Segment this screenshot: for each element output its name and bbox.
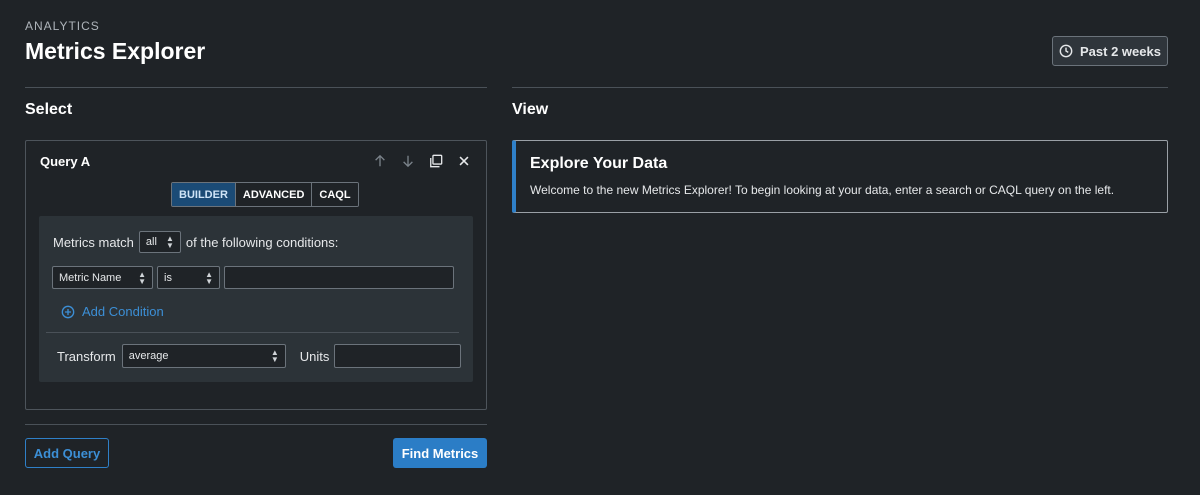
condition-field-select[interactable]: Metric Name ▲ ▼	[52, 266, 153, 289]
move-down-button[interactable]	[400, 153, 416, 169]
copy-icon	[430, 154, 443, 168]
time-range-button[interactable]: Past 2 weeks	[1052, 36, 1168, 66]
add-query-button[interactable]: Add Query	[25, 438, 109, 468]
actions-divider	[25, 424, 487, 425]
query-toolbar	[372, 153, 472, 169]
remove-query-button[interactable]	[456, 153, 472, 169]
match-suffix-label: of the following conditions:	[185, 234, 339, 250]
tab-caql[interactable]: CAQL	[312, 183, 358, 206]
query-mode-tabs: BUILDER ADVANCED CAQL	[171, 182, 359, 207]
query-name: Query A	[40, 154, 91, 169]
select-caret-icon: ▲ ▼	[138, 269, 146, 286]
condition-field-value: Metric Name	[59, 271, 122, 284]
match-mode-select[interactable]: all ▲ ▼	[138, 231, 181, 253]
time-range-label: Past 2 weeks	[1080, 43, 1161, 59]
view-section-title: View	[512, 101, 549, 118]
add-condition-button[interactable]: Add Condition	[61, 304, 164, 319]
select-section-title: Select	[25, 101, 73, 118]
query-builder-panel: Metrics match all ▲ ▼ of the following co…	[39, 216, 473, 382]
match-prefix-label: Metrics match	[53, 234, 134, 250]
explore-card-title: Explore Your Data	[530, 155, 668, 172]
add-condition-label: Add Condition	[82, 304, 164, 319]
explore-card-text: Welcome to the new Metrics Explorer! To …	[530, 183, 1115, 197]
match-row: Metrics match all ▲ ▼ of the following co…	[53, 231, 338, 253]
units-input[interactable]	[334, 344, 462, 368]
query-card: Query A BUILDER ADVANCED CAQL Metrics ma…	[25, 140, 487, 410]
select-caret-icon: ▲ ▼	[270, 348, 279, 364]
tab-builder[interactable]: BUILDER	[172, 183, 236, 206]
units-label: Units	[299, 348, 330, 364]
condition-value-input[interactable]	[224, 266, 454, 289]
select-caret-icon: ▲ ▼	[165, 234, 174, 250]
find-metrics-button[interactable]: Find Metrics	[393, 438, 487, 468]
arrow-up-icon	[375, 154, 385, 167]
arrow-down-icon	[403, 155, 413, 168]
condition-operator-select[interactable]: is ▲ ▼	[157, 266, 220, 289]
select-caret-icon: ▲ ▼	[205, 269, 213, 286]
builder-divider	[46, 332, 459, 333]
transform-label: Transform	[57, 348, 116, 364]
explore-data-card: Explore Your Data Welcome to the new Met…	[512, 140, 1168, 213]
close-icon	[459, 156, 469, 166]
tab-advanced[interactable]: ADVANCED	[235, 183, 313, 206]
page-title: Metrics Explorer	[25, 38, 206, 64]
transform-value: average	[128, 350, 169, 362]
transform-select[interactable]: average ▲ ▼	[121, 344, 286, 368]
section-eyebrow: ANALYTICS	[25, 19, 100, 33]
view-divider	[512, 87, 1168, 88]
match-mode-value: all	[145, 236, 157, 248]
clock-icon	[1059, 44, 1073, 58]
duplicate-query-button[interactable]	[428, 153, 444, 169]
select-divider	[25, 87, 487, 88]
condition-operator-value: is	[164, 271, 172, 284]
plus-circle-icon	[61, 305, 75, 318]
transform-row: Transform average ▲ ▼ Units	[57, 344, 462, 368]
condition-row: Metric Name ▲ ▼ is ▲ ▼	[52, 266, 454, 289]
move-up-button[interactable]	[372, 153, 388, 169]
